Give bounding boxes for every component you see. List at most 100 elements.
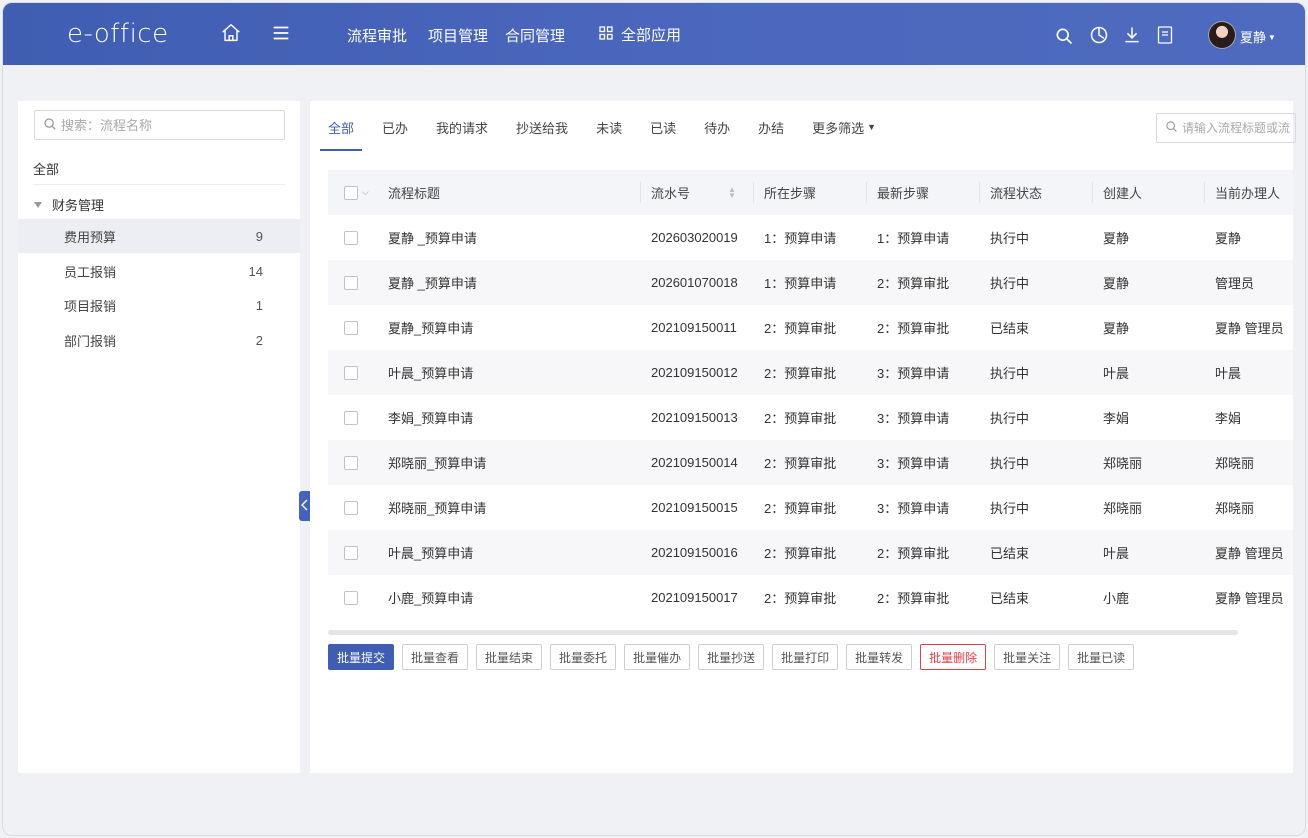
- sidebar-collapse-button[interactable]: [299, 491, 310, 521]
- tab-done[interactable]: 已办: [374, 101, 416, 153]
- batch-follow-button[interactable]: 批量关注: [994, 644, 1061, 670]
- cell-creator: 叶晨: [1103, 366, 1130, 381]
- nav-all-apps[interactable]: 全部应用: [599, 24, 681, 45]
- row-checkbox[interactable]: [344, 230, 358, 245]
- batch-urge-button[interactable]: 批量催办: [624, 644, 691, 670]
- table-search-box[interactable]: [1156, 113, 1296, 143]
- menu-icon[interactable]: [269, 21, 293, 45]
- table-row[interactable]: 夏静 _预算申请 202603020019 1：预算申请 1：预算申请 执行中 …: [328, 215, 1293, 260]
- header-latest-step[interactable]: 最新步骤: [877, 183, 929, 202]
- batch-forward-button[interactable]: 批量转发: [846, 644, 913, 670]
- row-checkbox[interactable]: [344, 275, 358, 290]
- batch-actions: 批量提交 批量查看 批量结束 批量委托 批量催办 批量抄送 批量打印 批量转发 …: [328, 644, 1135, 670]
- table-row[interactable]: 郑晓丽_预算申请 202109150015 2：预算审批 3：预算申请 执行中 …: [328, 485, 1293, 530]
- cell-serial: 202109150014: [651, 455, 738, 470]
- tab-more-filters-label: 更多筛选: [812, 120, 865, 136]
- row-checkbox[interactable]: [344, 455, 358, 470]
- batch-end-button[interactable]: 批量结束: [476, 644, 543, 670]
- cell-title[interactable]: 叶晨_预算申请: [388, 363, 473, 382]
- table-row[interactable]: 夏静 _预算申请 202601070018 1：预算申请 2：预算审批 执行中 …: [328, 260, 1293, 305]
- row-checkbox[interactable]: [344, 410, 358, 425]
- search-icon[interactable]: [1053, 25, 1075, 47]
- cell-latest-step: 3：预算申请: [877, 411, 950, 426]
- header-status[interactable]: 流程状态: [990, 183, 1042, 202]
- cell-creator: 夏静: [1103, 231, 1130, 246]
- cell-status: 执行中: [990, 456, 1030, 471]
- batch-mark-read-button[interactable]: 批量已读: [1068, 644, 1135, 670]
- chevron-down-icon[interactable]: ⌵: [362, 187, 369, 198]
- table-row[interactable]: 叶晨_预算申请 202109150016 2：预算审批 2：预算审批 已结束 叶…: [328, 530, 1293, 575]
- tab-more-filters[interactable]: 更多筛选 ▼: [804, 101, 884, 153]
- sidebar-item-count: 9: [255, 228, 263, 244]
- row-checkbox[interactable]: [344, 320, 358, 335]
- sort-icon[interactable]: ▲ ▼: [728, 185, 736, 199]
- cell-step: 2：预算审批: [764, 456, 837, 471]
- table-search-input[interactable]: [1182, 121, 1295, 135]
- sidebar-group-finance[interactable]: 财务管理: [34, 195, 104, 214]
- cell-title[interactable]: 郑晓丽_预算申请: [388, 498, 486, 517]
- header-creator[interactable]: 创建人: [1103, 183, 1142, 202]
- table-row[interactable]: 小鹿_预算申请 202109150017 2：预算审批 2：预算审批 已结束 小…: [328, 575, 1293, 620]
- sidebar-item-project-reimbursement[interactable]: 项目报销 1: [18, 288, 300, 322]
- sidebar-item-all[interactable]: 全部: [33, 159, 59, 178]
- cell-title[interactable]: 小鹿_预算申请: [388, 588, 473, 607]
- table-row[interactable]: 郑晓丽_预算申请 202109150014 2：预算审批 3：预算申请 执行中 …: [328, 440, 1293, 485]
- search-icon: [1165, 120, 1178, 136]
- app-logo[interactable]: e-office: [67, 19, 169, 49]
- select-all-checkbox[interactable]: [344, 185, 358, 200]
- batch-submit-button[interactable]: 批量提交: [328, 644, 395, 670]
- sidebar-item-department-reimbursement[interactable]: 部门报销 2: [18, 323, 300, 357]
- table-row[interactable]: 叶晨_预算申请 202109150012 2：预算审批 3：预算申请 执行中 叶…: [328, 350, 1293, 395]
- sidebar-item-expense-budget[interactable]: 费用预算 9: [18, 219, 300, 253]
- cell-creator: 李娟: [1103, 411, 1130, 426]
- batch-delete-button[interactable]: 批量删除: [920, 644, 987, 670]
- row-checkbox[interactable]: [344, 500, 358, 515]
- row-checkbox[interactable]: [344, 545, 358, 560]
- cell-latest-step: 2：预算审批: [877, 591, 950, 606]
- header-current-step[interactable]: 所在步骤: [764, 183, 816, 202]
- cell-status: 执行中: [990, 501, 1030, 516]
- workflow-table: ⌵ 流程标题 流水号 ▲ ▼ 所在步骤 最新步骤 流程状态 创建人 当前办理人 夏…: [328, 170, 1293, 630]
- sidebar-search-box[interactable]: [34, 110, 285, 140]
- cell-step: 2：预算审批: [764, 501, 837, 516]
- cell-title[interactable]: 叶晨_预算申请: [388, 543, 473, 562]
- sidebar-search-input[interactable]: [61, 117, 261, 133]
- tab-my-requests[interactable]: 我的请求: [428, 101, 496, 153]
- document-icon[interactable]: [1155, 25, 1175, 45]
- cell-title[interactable]: 郑晓丽_预算申请: [388, 453, 486, 472]
- cell-title[interactable]: 夏静 _预算申请: [388, 273, 477, 292]
- cell-handler: 夏静 管理员: [1215, 591, 1284, 606]
- download-icon[interactable]: [1121, 24, 1143, 46]
- cell-title[interactable]: 夏静_预算申请: [388, 318, 473, 337]
- nav-contract-management[interactable]: 合同管理: [505, 25, 565, 46]
- home-icon[interactable]: [219, 21, 243, 45]
- tab-all[interactable]: 全部: [320, 101, 363, 153]
- header-handler[interactable]: 当前办理人: [1215, 183, 1280, 202]
- user-menu[interactable]: 夏静 ▼: [1240, 27, 1276, 46]
- cell-title[interactable]: 李娟_预算申请: [388, 408, 473, 427]
- tab-cc-to-me[interactable]: 抄送给我: [508, 101, 576, 153]
- cell-latest-step: 3：预算申请: [877, 366, 950, 381]
- table-row[interactable]: 夏静_预算申请 202109150011 2：预算审批 2：预算审批 已结束 夏…: [328, 305, 1293, 350]
- tab-read[interactable]: 已读: [642, 101, 684, 153]
- batch-delegate-button[interactable]: 批量委托: [550, 644, 617, 670]
- table-row[interactable]: 李娟_预算申请 202109150013 2：预算审批 3：预算申请 执行中 李…: [328, 395, 1293, 440]
- row-checkbox[interactable]: [344, 590, 358, 605]
- tab-todo[interactable]: 待办: [696, 101, 738, 153]
- batch-view-button[interactable]: 批量查看: [402, 644, 469, 670]
- header-title[interactable]: 流程标题: [388, 183, 440, 202]
- row-checkbox[interactable]: [344, 365, 358, 380]
- horizontal-scrollbar[interactable]: [328, 630, 1238, 635]
- tab-finished[interactable]: 办结: [750, 101, 792, 153]
- nav-project-management[interactable]: 项目管理: [428, 25, 488, 46]
- sidebar-item-employee-reimbursement[interactable]: 员工报销 14: [18, 254, 300, 288]
- tab-unread[interactable]: 未读: [588, 101, 630, 153]
- avatar[interactable]: [1208, 21, 1236, 49]
- header-serial[interactable]: 流水号: [651, 183, 690, 202]
- batch-print-button[interactable]: 批量打印: [772, 644, 839, 670]
- cell-title[interactable]: 夏静 _预算申请: [388, 228, 477, 247]
- nav-workflow-approval[interactable]: 流程审批: [347, 25, 407, 46]
- sidebar-item-label: 员工报销: [64, 264, 117, 280]
- batch-cc-button[interactable]: 批量抄送: [698, 644, 765, 670]
- clock-icon[interactable]: [1088, 24, 1110, 46]
